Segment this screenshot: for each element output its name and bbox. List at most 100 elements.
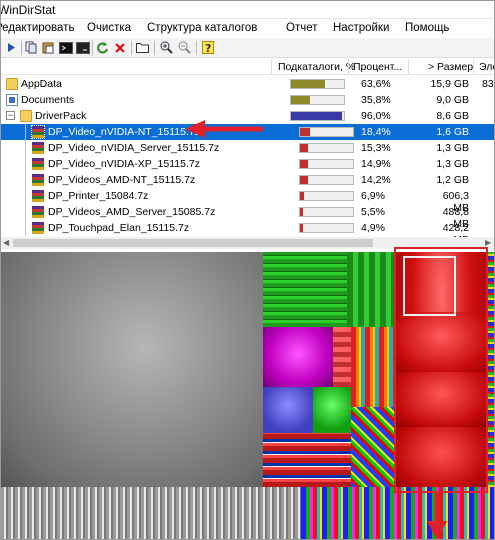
list-item[interactable]: DP_Videos_AMD_Server_15085.7z 5,5% 488,8…	[1, 204, 494, 230]
treemap-block[interactable]	[301, 487, 494, 539]
menu-bar: Редактировать Очистка Структура каталого…	[1, 20, 494, 37]
column-size[interactable]: > Размер	[428, 61, 473, 73]
item-name: DP_Video_nVIDIA_Server_15115.7z	[48, 142, 220, 154]
subdir-bar	[299, 159, 354, 169]
subdir-bar-fill	[291, 96, 310, 104]
list-item[interactable]: DP_Video_nVIDIA-XP_15115.7z 14,9% 1,3 GB	[1, 156, 494, 172]
terminal-icon[interactable]	[58, 40, 73, 55]
treemap-block[interactable]	[351, 327, 395, 407]
archive-icon	[32, 142, 44, 154]
list-item[interactable]: Documents 35,8% 9,0 GB	[1, 92, 494, 108]
treemap-block[interactable]	[347, 252, 395, 327]
archive-icon	[32, 206, 44, 218]
item-size: 8,6 GB	[436, 110, 469, 122]
archive-icon	[32, 222, 44, 234]
item-name: DP_Video_nVIDIA-NT_15115.7z	[48, 126, 200, 138]
treemap-block[interactable]	[263, 387, 313, 433]
column-divider	[473, 59, 474, 75]
item-name: AppData	[21, 78, 62, 90]
subdir-bar-fill	[300, 208, 303, 216]
subdir-bar	[290, 111, 345, 121]
menu-edit[interactable]: Редактировать	[1, 22, 74, 34]
menu-report[interactable]: Отчет	[286, 22, 318, 34]
help-icon[interactable]: ?	[200, 40, 215, 55]
scrollbar-thumb[interactable]	[13, 239, 373, 247]
menu-help[interactable]: Помощь	[405, 22, 449, 34]
item-percent: 5,5%	[361, 206, 385, 218]
item-percent: 14,2%	[361, 174, 391, 186]
subdir-bar-fill	[300, 128, 310, 136]
toolbar-separator	[196, 41, 197, 55]
item-name: DP_Printer_15084.7z	[48, 190, 149, 202]
annotation-box	[394, 247, 488, 493]
column-divider	[408, 59, 409, 75]
item-percent: 18,4%	[361, 126, 391, 138]
list-item[interactable]: DP_Video_nVIDIA_Server_15115.7z 15,3% 1,…	[1, 140, 494, 156]
folder-icon[interactable]	[135, 40, 150, 55]
scroll-right-icon[interactable]: ▶	[485, 238, 491, 247]
refresh-icon[interactable]	[95, 40, 110, 55]
copy-icon[interactable]	[24, 40, 39, 55]
treemap-block[interactable]	[351, 407, 395, 487]
item-name: Documents	[21, 94, 75, 106]
item-name: DP_Videos_AMD-NT_15115.7z	[48, 174, 196, 186]
menu-cleanup[interactable]: Очистка	[87, 22, 131, 34]
item-size: 1,2 GB	[436, 174, 469, 186]
treemap-block[interactable]	[263, 433, 351, 487]
terminal-icon-2[interactable]	[75, 40, 90, 55]
subdir-bar	[299, 191, 354, 201]
column-subdirs[interactable]: Подкаталоги, %	[278, 61, 355, 73]
column-divider	[271, 59, 272, 75]
item-count: 83	[482, 78, 494, 90]
list-item[interactable]: DP_Printer_15084.7z 6,9% 606,3 MB	[1, 188, 494, 214]
item-name: DP_Videos_AMD_Server_15085.7z	[48, 206, 216, 218]
collapse-toggle[interactable]: −	[6, 111, 15, 120]
paste-icon[interactable]	[41, 40, 56, 55]
tree-line	[25, 156, 26, 172]
item-name: DP_Video_nVIDIA-XP_15115.7z	[48, 158, 200, 170]
item-percent: 63,6%	[361, 78, 391, 90]
archive-icon	[31, 125, 45, 139]
delete-icon[interactable]	[112, 40, 127, 55]
treemap-block[interactable]	[263, 327, 333, 387]
list-item[interactable]: DP_Touchpad_Elan_15115.7z 4,9% 428,2 MB	[1, 220, 494, 246]
tree-line	[25, 172, 26, 188]
tree-line	[25, 124, 26, 140]
list-item[interactable]: − DriverPack 96,0% 8,6 GB	[1, 108, 494, 124]
toolbar-separator	[131, 41, 132, 55]
windirstat-window: WinDirStat Редактировать Очистка Структу…	[0, 0, 495, 540]
item-size: 15,9 GB	[430, 78, 469, 90]
archive-icon	[32, 190, 44, 202]
treemap-block[interactable]	[263, 252, 347, 327]
list-item[interactable]: DP_Videos_AMD-NT_15115.7z 14,2% 1,2 GB	[1, 172, 494, 188]
subdir-bar-fill	[300, 144, 308, 152]
treemap-block[interactable]	[333, 327, 351, 387]
menu-treemap[interactable]: Структура каталогов	[147, 22, 257, 34]
subdir-bar	[299, 127, 354, 137]
list-item-selected[interactable]: DP_Video_nVIDIA-NT_15115.7z 18,4% 1,6 GB	[1, 124, 494, 140]
treemap-block[interactable]	[1, 487, 301, 539]
treemap-block[interactable]	[313, 387, 351, 433]
svg-text:?: ?	[205, 42, 211, 54]
documents-icon	[6, 94, 18, 106]
treemap-block[interactable]	[1, 252, 263, 487]
tree-line	[25, 220, 26, 236]
title-bar: WinDirStat	[0, 1, 494, 19]
toolbar-separator	[92, 41, 93, 55]
toolbar: ?	[1, 38, 494, 58]
list-item[interactable]: AppData 63,6% 15,9 GB 83	[1, 76, 494, 92]
menu-settings[interactable]: Настройки	[333, 22, 389, 34]
treemap-block[interactable]	[487, 252, 494, 491]
archive-icon	[32, 174, 44, 186]
play-icon[interactable]	[4, 40, 19, 55]
column-items[interactable]: Эле	[479, 61, 494, 73]
column-percent[interactable]: Процент...	[353, 61, 402, 73]
subdir-bar-fill	[300, 160, 308, 168]
scroll-left-icon[interactable]: ◀	[3, 238, 9, 247]
item-percent: 4,9%	[361, 222, 385, 234]
toolbar-separator	[154, 41, 155, 55]
window-title: WinDirStat	[0, 3, 56, 17]
zoom-in-icon[interactable]	[159, 40, 174, 55]
subdir-bar-fill	[300, 176, 308, 184]
zoom-out-icon[interactable]	[177, 40, 192, 55]
